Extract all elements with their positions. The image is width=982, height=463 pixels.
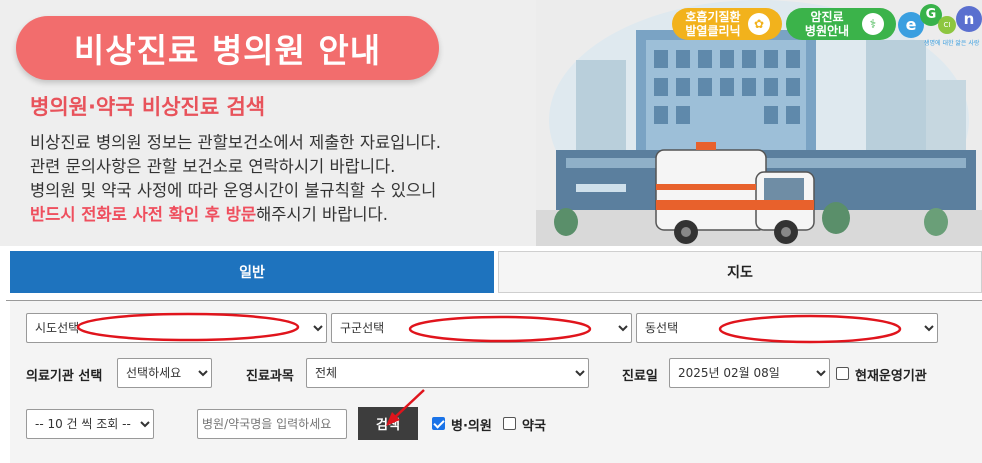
tab-general[interactable]: 일반 xyxy=(10,251,494,293)
egen-logo[interactable]: e G CI n 생명에 대한 앎은 사랑 xyxy=(898,4,982,48)
lungs-icon: ✿ xyxy=(748,13,770,35)
department-label: 진료과목 xyxy=(246,369,294,384)
description-line: 비상진료 병의원 정보는 관할보건소에서 제출한 자료입니다. xyxy=(30,133,441,152)
sido-select[interactable]: 시도선택 xyxy=(26,313,327,343)
page-size-select[interactable]: -- 10 건 씩 조회 -- xyxy=(26,409,154,439)
warning-highlight: 반드시 전화로 사전 확인 후 방문 xyxy=(30,205,257,224)
section-subtitle: 병의원·약국 비상진료 검색 xyxy=(30,95,266,119)
department-select[interactable]: 전체 xyxy=(306,358,589,388)
search-button[interactable]: 검색 xyxy=(358,407,418,440)
stethoscope-icon: ⚕ xyxy=(862,13,884,35)
pharmacy-checkbox[interactable] xyxy=(503,417,516,430)
dong-select[interactable]: 동선택 xyxy=(636,313,938,343)
gugun-select[interactable]: 구군선택 xyxy=(331,313,632,343)
description: 비상진료 병의원 정보는 관할보건소에서 제출한 자료입니다. 관련 문의사항은… xyxy=(30,131,441,227)
date-label: 진료일 xyxy=(622,369,658,384)
description-line: 관련 문의사항은 관할 보건소로 연락하시기 바랍니다. xyxy=(30,157,396,176)
institution-select[interactable]: 선택하세요 xyxy=(117,358,212,388)
date-select[interactable]: 2025년 02월 08일 xyxy=(669,358,830,388)
description-line: 병의원 및 약국 사정에 따라 운영시간이 불규칙할 수 있으니 xyxy=(30,181,437,200)
page-title: 비상진료 병의원 안내 xyxy=(16,16,439,80)
pharmacy-label: 약국 xyxy=(522,419,546,434)
hospital-label: 병·의원 xyxy=(451,419,492,434)
tab-map[interactable]: 지도 xyxy=(498,251,982,293)
name-search-input[interactable] xyxy=(197,409,347,439)
respiratory-clinic-link[interactable]: 호흡기질환 발열클리닉 ✿ xyxy=(672,8,782,40)
hospital-checkbox[interactable] xyxy=(432,417,445,430)
hero-banner: 비상진료 병의원 안내 병의원·약국 비상진료 검색 비상진료 병의원 정보는 … xyxy=(0,0,982,246)
view-tabs: 일반 지도 xyxy=(10,251,982,293)
operating-now-label: 현재운영기관 xyxy=(855,369,927,384)
operating-now-checkbox[interactable] xyxy=(836,367,849,380)
cancer-hospital-link[interactable]: 암진료 병원안내 ⚕ xyxy=(786,8,896,40)
description-line: 반드시 전화로 사전 확인 후 방문해주시기 바랍니다. xyxy=(30,205,388,224)
institution-label: 의료기관 선택 xyxy=(26,369,103,384)
